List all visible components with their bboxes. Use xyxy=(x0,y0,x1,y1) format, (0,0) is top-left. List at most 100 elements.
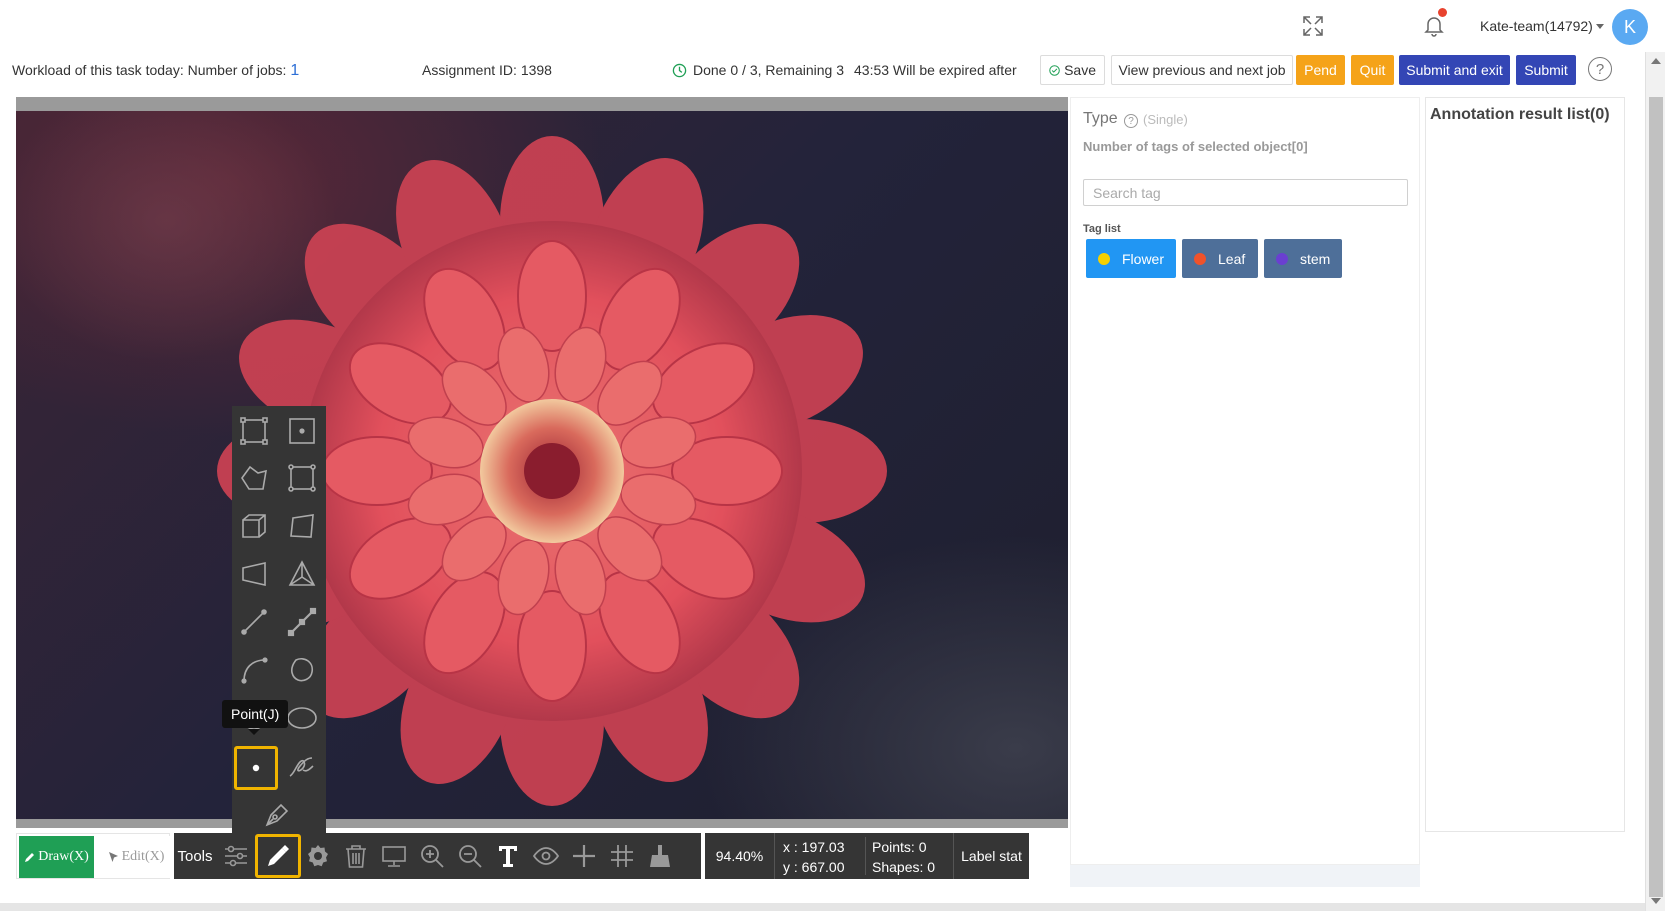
tag-color-dot xyxy=(1194,252,1206,265)
panel-footer-strip xyxy=(1070,865,1420,887)
tag-color-dot xyxy=(1098,252,1110,265)
edit-mode-button[interactable]: Edit(X) xyxy=(101,836,171,878)
zoom-out-icon[interactable] xyxy=(450,836,490,876)
draw-mode-label: Draw(X) xyxy=(38,849,89,864)
tooltip-arrow xyxy=(248,729,260,735)
rectangle-tool-icon[interactable] xyxy=(234,411,274,451)
shape-counts: Points: 0 Shapes: 0 xyxy=(865,837,947,875)
tool-tooltip: Point(J) xyxy=(222,700,289,728)
annotation-page: Kate-team(14792) K Workload of this task… xyxy=(0,0,1665,911)
help-icon[interactable]: ? xyxy=(1588,57,1612,81)
x-coordinate: x : 197.03 xyxy=(783,839,845,855)
cuboid-tool-icon[interactable] xyxy=(234,506,274,546)
tag-leaf[interactable]: Leaf xyxy=(1182,239,1258,278)
canvas-bottom-border xyxy=(16,819,1068,828)
cursor-icon xyxy=(108,852,118,862)
text-icon[interactable] xyxy=(488,836,528,876)
zoom-in-icon[interactable] xyxy=(412,836,452,876)
corner-rect-tool-icon[interactable] xyxy=(282,458,322,498)
quadrilateral-tool-icon[interactable] xyxy=(282,506,322,546)
task-info-bar: Workload of this task today: Number of j… xyxy=(0,52,1645,90)
fullscreen-icon[interactable] xyxy=(1301,14,1325,38)
user-name[interactable]: Kate-team(14792) xyxy=(1480,18,1593,34)
tag-label: Flower xyxy=(1122,250,1165,267)
annotation-result-panel: Annotation result list(0) xyxy=(1425,97,1625,832)
image-canvas[interactable] xyxy=(16,111,1068,819)
pend-button[interactable]: Pend xyxy=(1296,55,1345,85)
top-header: Kate-team(14792) K xyxy=(0,0,1648,52)
flower-image xyxy=(16,111,887,806)
line-tool-icon[interactable] xyxy=(234,602,274,642)
points-count: Points: 0 xyxy=(872,839,927,855)
trash-icon[interactable] xyxy=(336,836,376,876)
scroll-up-icon[interactable] xyxy=(1651,58,1661,64)
closed-curve-tool-icon[interactable] xyxy=(282,650,322,690)
curve-tool-icon[interactable] xyxy=(234,650,274,690)
horizontal-scrollbar[interactable] xyxy=(0,903,1645,911)
bell-icon[interactable] xyxy=(1422,14,1446,38)
point-tool-icon[interactable] xyxy=(234,746,278,790)
mode-switch: Draw(X) Edit(X) xyxy=(16,833,171,879)
triangle-tool-icon[interactable] xyxy=(282,554,322,594)
view-prev-next-button[interactable]: View previous and next job xyxy=(1111,55,1293,85)
edit-mode-label: Edit(X) xyxy=(121,849,165,864)
label-stat-button[interactable]: Label stat xyxy=(953,833,1029,879)
caret-down-icon[interactable] xyxy=(1596,24,1604,29)
assignment-id: Assignment ID: 1398 xyxy=(422,62,552,78)
tag-label: stem xyxy=(1300,250,1331,267)
shapes-count: Shapes: 0 xyxy=(872,859,936,875)
tools-label: Tools xyxy=(177,847,213,865)
freehand-curve-tool-icon[interactable] xyxy=(282,746,322,786)
zoom-level: 94.40% xyxy=(705,833,775,879)
status-bar: 94.40% x : 197.03 y : 667.00 Points: 0 S… xyxy=(705,833,1029,879)
tag-flower[interactable]: Flower xyxy=(1086,239,1176,278)
workload-info: Workload of this task today: Number of j… xyxy=(12,62,299,80)
job-progress: Done 0 / 3, Remaining 3 xyxy=(693,62,844,78)
pen-tool-icon[interactable] xyxy=(258,794,298,834)
y-coordinate: y : 667.00 xyxy=(783,859,845,875)
submit-button[interactable]: Submit xyxy=(1516,55,1576,85)
expiry-timer: 43:53 Will be expired after xyxy=(854,62,1017,78)
sliders-icon[interactable] xyxy=(216,836,256,876)
tag-label: Leaf xyxy=(1218,250,1246,267)
tag-color-dot xyxy=(1276,252,1288,265)
save-label: Save xyxy=(1064,62,1096,78)
selected-tag-count: Number of tags of selected object[0] xyxy=(1083,139,1308,154)
type-mode: (Single) xyxy=(1143,112,1188,127)
vertical-scrollbar[interactable] xyxy=(1645,52,1665,911)
pencil-icon xyxy=(25,853,35,862)
grid-icon[interactable] xyxy=(602,836,642,876)
shape-toolbox xyxy=(232,406,326,834)
quit-button[interactable]: Quit xyxy=(1351,55,1394,85)
annotation-canvas[interactable] xyxy=(16,97,1068,828)
canvas-top-border xyxy=(16,97,1068,111)
draw-tool-icon[interactable] xyxy=(255,834,301,878)
eye-icon[interactable] xyxy=(526,836,566,876)
save-button[interactable]: Save xyxy=(1040,55,1105,85)
tag-stem[interactable]: stem xyxy=(1264,239,1342,278)
jobs-count: 1 xyxy=(290,62,300,79)
type-help-icon[interactable]: ? xyxy=(1124,114,1138,128)
settings-gear-icon[interactable] xyxy=(298,836,338,876)
workload-label: Workload of this task today: Number of j… xyxy=(12,62,287,78)
tag-list-label: Tag list xyxy=(1083,223,1121,235)
center-point-rect-tool-icon[interactable] xyxy=(282,411,322,451)
search-tag-input[interactable] xyxy=(1083,179,1408,206)
scroll-thumb[interactable] xyxy=(1649,97,1663,897)
submit-and-exit-button[interactable]: Submit and exit xyxy=(1399,55,1510,85)
avatar[interactable]: K xyxy=(1612,9,1648,45)
monitor-icon[interactable] xyxy=(374,836,414,876)
timer-icon xyxy=(672,63,687,78)
trapezoid-tool-icon[interactable] xyxy=(234,554,274,594)
annotation-result-title: Annotation result list(0) xyxy=(1430,106,1610,123)
broom-icon[interactable] xyxy=(640,836,680,876)
notification-dot xyxy=(1438,8,1447,17)
scroll-down-icon[interactable] xyxy=(1651,898,1661,904)
crosshair-icon[interactable] xyxy=(564,836,604,876)
polyline-tool-icon[interactable] xyxy=(282,602,322,642)
draw-mode-button[interactable]: Draw(X) xyxy=(19,836,94,878)
polygon-tool-icon[interactable] xyxy=(234,458,274,498)
type-title: Type xyxy=(1083,110,1118,127)
type-panel: Type ? (Single) Number of tags of select… xyxy=(1070,97,1420,865)
check-circle-icon xyxy=(1049,64,1060,76)
